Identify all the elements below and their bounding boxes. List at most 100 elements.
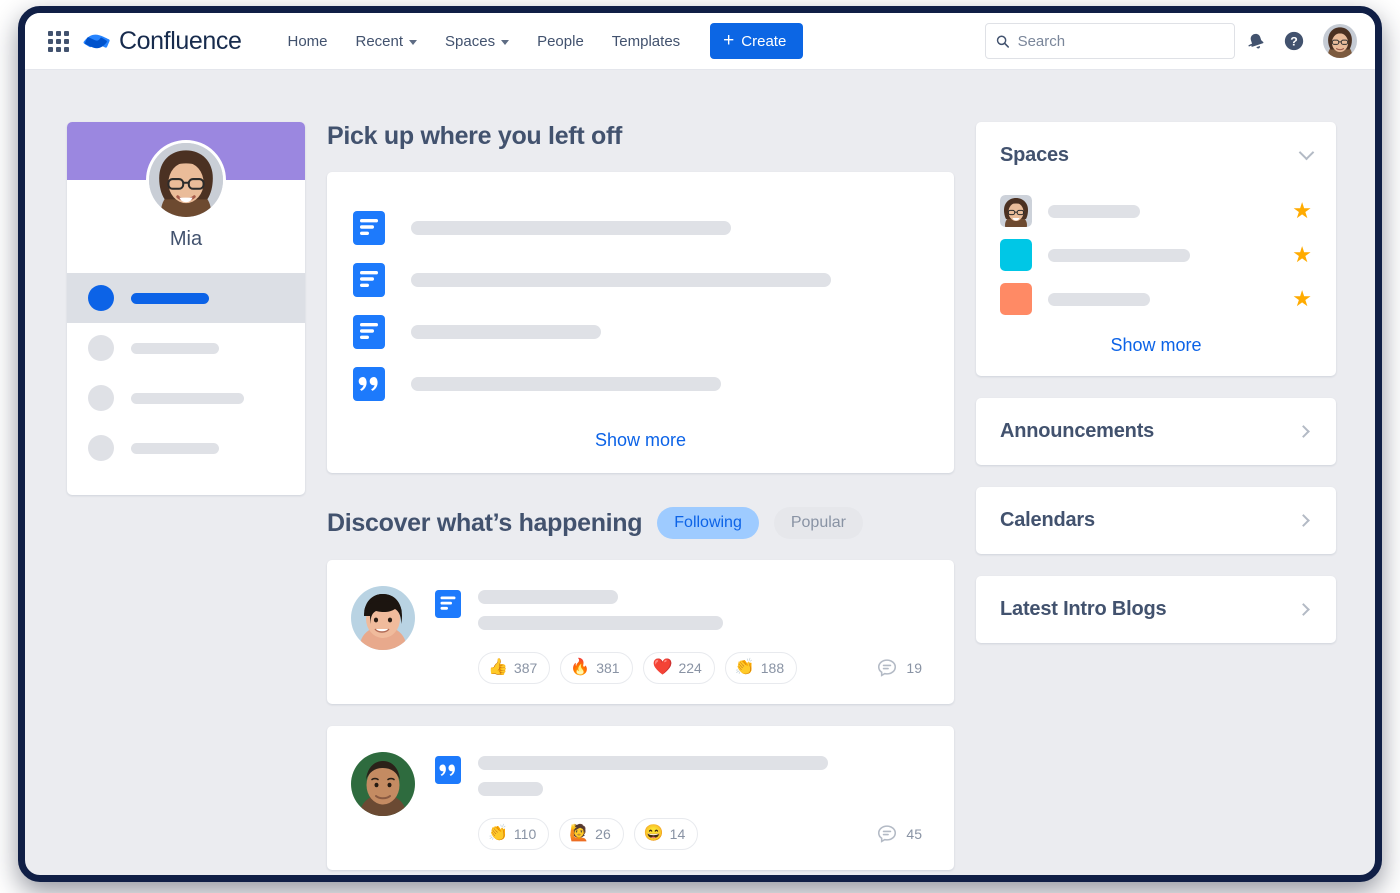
space-item-0[interactable]: ★: [1000, 189, 1312, 233]
profile-card: Mia: [67, 122, 305, 495]
user-avatar[interactable]: [1323, 24, 1357, 58]
profile-nav-item-2[interactable]: [67, 373, 305, 423]
profile-banner: [67, 122, 305, 220]
chevron-right-icon: [1297, 425, 1310, 438]
recent-item-0[interactable]: [353, 202, 928, 254]
grid-apps-icon[interactable]: [45, 28, 71, 54]
feed-post-1-placeholders: [478, 754, 930, 796]
space-item-2[interactable]: ★: [1000, 277, 1312, 321]
star-filled-icon[interactable]: ★: [1292, 244, 1312, 266]
nav-link-recent[interactable]: Recent: [344, 26, 430, 57]
nav-item-label-placeholder: [131, 442, 219, 454]
feed-post-0[interactable]: 👍 387 🔥 381 ❤️ 224 👏 188 19: [327, 560, 954, 704]
feed-post-1-content: [435, 754, 930, 796]
chevron-right-icon: [1297, 603, 1310, 616]
profile-nav-item-0[interactable]: [67, 273, 305, 323]
primary-nav-links: Home Recent Spaces People Templates: [275, 26, 692, 57]
clap-reaction[interactable]: 👏 188: [724, 652, 798, 684]
space-name-placeholder: [1048, 204, 1140, 218]
recent-item-title-placeholder: [411, 273, 831, 287]
space-name-placeholder: [1048, 292, 1150, 306]
top-navigation-bar: Confluence Home Recent Spaces People Tem…: [25, 13, 1375, 70]
recent-item-title-placeholder: [411, 221, 731, 235]
discover-title: Discover what’s happening: [327, 508, 643, 537]
panel-calendars-title: Calendars: [1000, 509, 1095, 531]
reaction-count: 26: [595, 826, 611, 842]
reaction-count: 188: [760, 660, 785, 676]
heart-reaction[interactable]: ❤️ 224: [642, 652, 715, 684]
clap-reaction[interactable]: 👏 110: [478, 818, 550, 850]
feed-excerpt-placeholder: [478, 782, 543, 796]
feed-excerpt-placeholder: [478, 616, 723, 630]
create-button-label: Create: [741, 32, 787, 50]
page-document-icon: [353, 315, 385, 349]
create-button[interactable]: + Create: [710, 23, 804, 59]
space-name-placeholder: [1048, 248, 1190, 262]
help-circle-icon[interactable]: ?: [1277, 24, 1311, 58]
grin-icon: 😄: [643, 825, 664, 842]
nav-item-bullet-icon: [88, 285, 114, 311]
feed-post-1[interactable]: 👏 110 🙋 26 😄 14 45: [327, 726, 954, 870]
reaction-count: 224: [678, 660, 702, 676]
main-content-column: Pick up where you left off Show more Dis…: [327, 122, 954, 875]
nav-link-templates-label: Templates: [611, 32, 681, 50]
space-color-thumb: [1000, 239, 1032, 271]
pick-up-where-you-left-off-card: Show more: [327, 172, 954, 473]
feed-post-0-content: [435, 588, 930, 630]
recent-item-2[interactable]: [353, 306, 928, 358]
reaction-count: 387: [513, 660, 538, 676]
chevron-down-icon[interactable]: [1298, 144, 1315, 161]
nav-item-bullet-icon: [88, 385, 114, 411]
plus-icon: +: [723, 30, 735, 51]
feed-post-1-comments[interactable]: 45: [876, 823, 930, 845]
nav-item-bullet-icon: [88, 335, 114, 361]
recent-item-title-placeholder: [411, 325, 601, 339]
thumbs-up-reaction[interactable]: 👍 387: [478, 652, 551, 684]
raising-hand-reaction[interactable]: 🙋 26: [559, 818, 624, 850]
search-input[interactable]: [1017, 32, 1224, 50]
space-avatar-thumb: [1000, 195, 1032, 227]
panel-latest-intro-blogs[interactable]: Latest Intro Blogs: [976, 576, 1336, 643]
brand-logo[interactable]: Confluence: [83, 27, 242, 56]
profile-avatar[interactable]: [146, 140, 226, 220]
recent-item-3[interactable]: [353, 358, 928, 410]
page-title: Pick up where you left off: [327, 122, 623, 150]
nav-link-spaces[interactable]: Spaces: [433, 26, 521, 57]
blog-quote-icon: [353, 367, 385, 401]
star-filled-icon[interactable]: ★: [1292, 288, 1312, 310]
fire-reaction[interactable]: 🔥 381: [560, 652, 633, 684]
tab-popular[interactable]: Popular: [773, 507, 864, 539]
spaces-show-more-link[interactable]: Show more: [1000, 335, 1312, 356]
panel-latest-intro-blogs-title: Latest Intro Blogs: [1000, 598, 1167, 620]
profile-nav-item-1[interactable]: [67, 323, 305, 373]
nav-link-recent-label: Recent: [355, 32, 404, 50]
recent-show-more-link[interactable]: Show more: [353, 430, 928, 451]
author-avatar-2[interactable]: [351, 752, 415, 816]
feed-post-0-reactions: 👍 387 🔥 381 ❤️ 224 👏 188 19: [435, 652, 930, 684]
nav-link-templates[interactable]: Templates: [600, 26, 692, 57]
feed-title-placeholder: [478, 756, 828, 770]
recent-item-1[interactable]: [353, 254, 928, 306]
right-sidebar-column: Spaces ★ ★ ★ Show more Announcements Cal…: [976, 122, 1336, 665]
grin-reaction[interactable]: 😄 14: [633, 818, 699, 850]
search-box[interactable]: [985, 23, 1235, 59]
panel-calendars[interactable]: Calendars: [976, 487, 1336, 554]
tab-following[interactable]: Following: [657, 507, 759, 539]
nav-item-label-placeholder: [131, 292, 209, 304]
author-avatar-1[interactable]: [351, 586, 415, 650]
notification-bell-icon[interactable]: [1239, 24, 1273, 58]
panel-announcements[interactable]: Announcements: [976, 398, 1336, 465]
raising-hand-icon: 🙋: [569, 825, 590, 842]
feed-post-0-body: 👍 387 🔥 381 ❤️ 224 👏 188 19: [435, 582, 930, 684]
profile-nav-item-3[interactable]: [67, 423, 305, 473]
panel-announcements-title: Announcements: [1000, 420, 1155, 442]
feed-post-1-reactions: 👏 110 🙋 26 😄 14 45: [435, 818, 930, 850]
feed-post-0-comments[interactable]: 19: [876, 657, 930, 679]
spaces-card: Spaces ★ ★ ★ Show more: [976, 122, 1336, 376]
nav-link-home[interactable]: Home: [275, 26, 339, 57]
chevron-down-icon: [409, 39, 418, 45]
space-item-1[interactable]: ★: [1000, 233, 1312, 277]
nav-link-people[interactable]: People: [525, 26, 596, 57]
star-filled-icon[interactable]: ★: [1292, 200, 1312, 222]
clap-icon: 👏: [488, 825, 508, 842]
